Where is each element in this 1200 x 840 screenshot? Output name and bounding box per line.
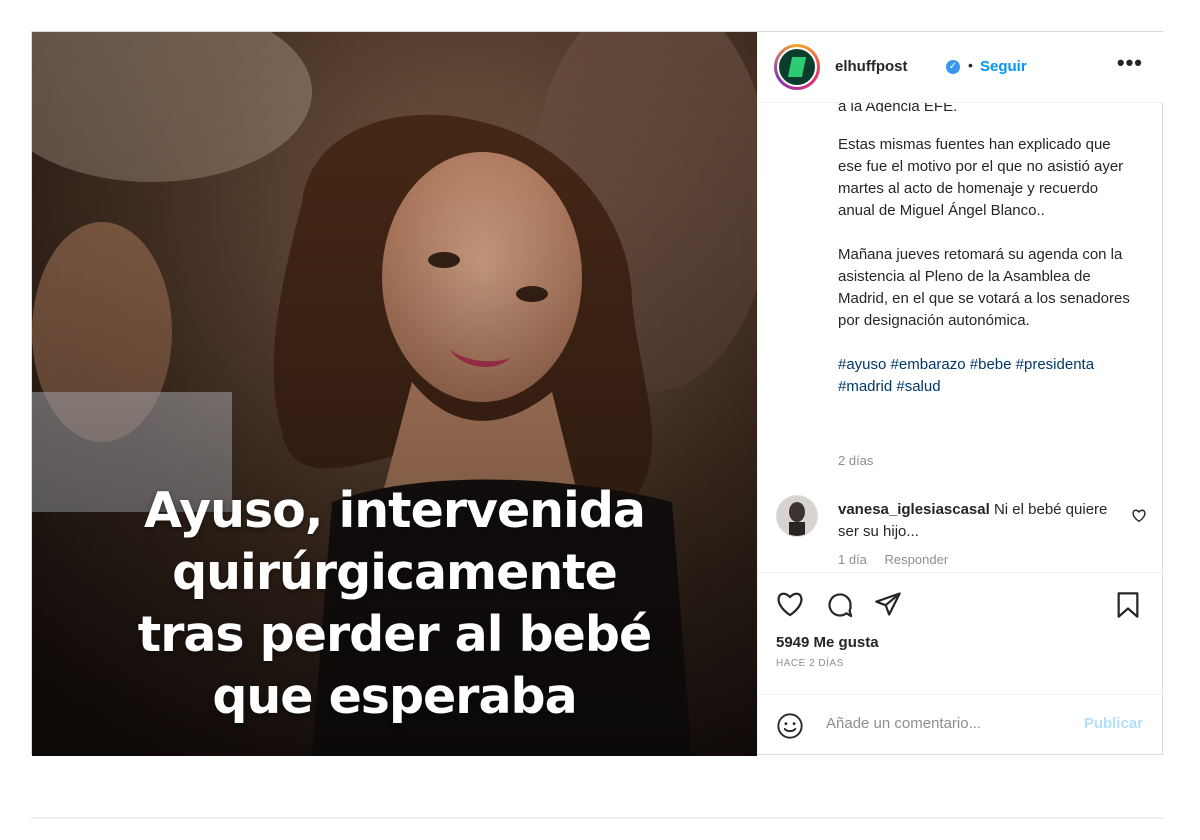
- comment-text: vanesa_iglesiascasal Ni el bebé quiere s…: [838, 499, 1118, 543]
- post-image[interactable]: Ayuso, intervenida quirúrgicamente tras …: [32, 32, 757, 756]
- comment-meta: 1 día Responder: [838, 552, 962, 567]
- more-options-icon[interactable]: •••: [1117, 50, 1143, 76]
- emoji-icon[interactable]: [776, 712, 804, 740]
- caption-paragraph: Mañana jueves retomará su agenda con la …: [838, 246, 1130, 329]
- instagram-post: Ayuso, intervenida quirúrgicamente tras …: [31, 31, 1163, 756]
- hashtag-link[interactable]: #madrid: [838, 378, 892, 395]
- profile-picture: [777, 47, 817, 87]
- hashtag-link[interactable]: #presidenta: [1016, 356, 1094, 373]
- comment-username[interactable]: vanesa_iglesiascasal: [838, 501, 990, 518]
- brand-logo-icon: [787, 57, 807, 77]
- hashtags: #ayuso #embarazo #bebe #presidenta #madr…: [838, 354, 1138, 398]
- likes-count[interactable]: 5949 Me gusta: [776, 634, 879, 651]
- post-username[interactable]: elhuffpost: [835, 58, 908, 75]
- hashtag-link[interactable]: #ayuso: [838, 356, 886, 373]
- avatar[interactable]: [774, 44, 820, 90]
- share-icon[interactable]: [874, 591, 902, 617]
- page-divider: [31, 817, 1163, 819]
- hashtag-link[interactable]: #salud: [896, 378, 940, 395]
- comment-icon[interactable]: [826, 591, 854, 619]
- heart-icon[interactable]: [776, 591, 804, 617]
- headline-line: tras perder al bebé: [137, 606, 652, 663]
- separator-dot: •: [968, 57, 973, 73]
- caption-text: a la Agencia EFE. Estas mismas fuentes h…: [838, 96, 1138, 420]
- heart-outline-icon: [1132, 509, 1146, 523]
- add-comment-bar: Publicar: [758, 694, 1163, 755]
- commenter-avatar[interactable]: [776, 495, 818, 537]
- follow-button[interactable]: Seguir: [980, 58, 1027, 75]
- post-header: elhuffpost ✓ • Seguir •••: [758, 32, 1163, 103]
- image-headline: Ayuso, intervenida quirúrgicamente tras …: [92, 480, 697, 728]
- hashtag-link[interactable]: #embarazo: [891, 356, 966, 373]
- headline-line: que esperaba: [212, 668, 577, 725]
- post-side-panel: elhuffpost ✓ • Seguir ••• a la Agencia E…: [757, 32, 1163, 754]
- commenter-photo: [777, 496, 817, 536]
- caption-paragraph: Estas mismas fuentes han explicado que e…: [838, 136, 1124, 219]
- reply-button[interactable]: Responder: [885, 552, 949, 567]
- bookmark-icon[interactable]: [1116, 591, 1140, 619]
- verified-check-icon: ✓: [946, 60, 960, 74]
- post-timestamp: HACE 2 DÍAS: [776, 658, 844, 669]
- comment-input[interactable]: [824, 714, 1068, 733]
- comment-time: 1 día: [838, 552, 867, 567]
- caption-time: 2 días: [838, 453, 874, 468]
- headline-line: Ayuso, intervenida: [144, 482, 646, 539]
- post-actions: 5949 Me gusta HACE 2 DÍAS: [758, 572, 1163, 693]
- hashtag-link[interactable]: #bebe: [970, 356, 1012, 373]
- comment-like-icon[interactable]: [1132, 509, 1146, 527]
- headline-line: quirúrgicamente: [172, 544, 618, 601]
- publish-button[interactable]: Publicar: [1084, 715, 1143, 732]
